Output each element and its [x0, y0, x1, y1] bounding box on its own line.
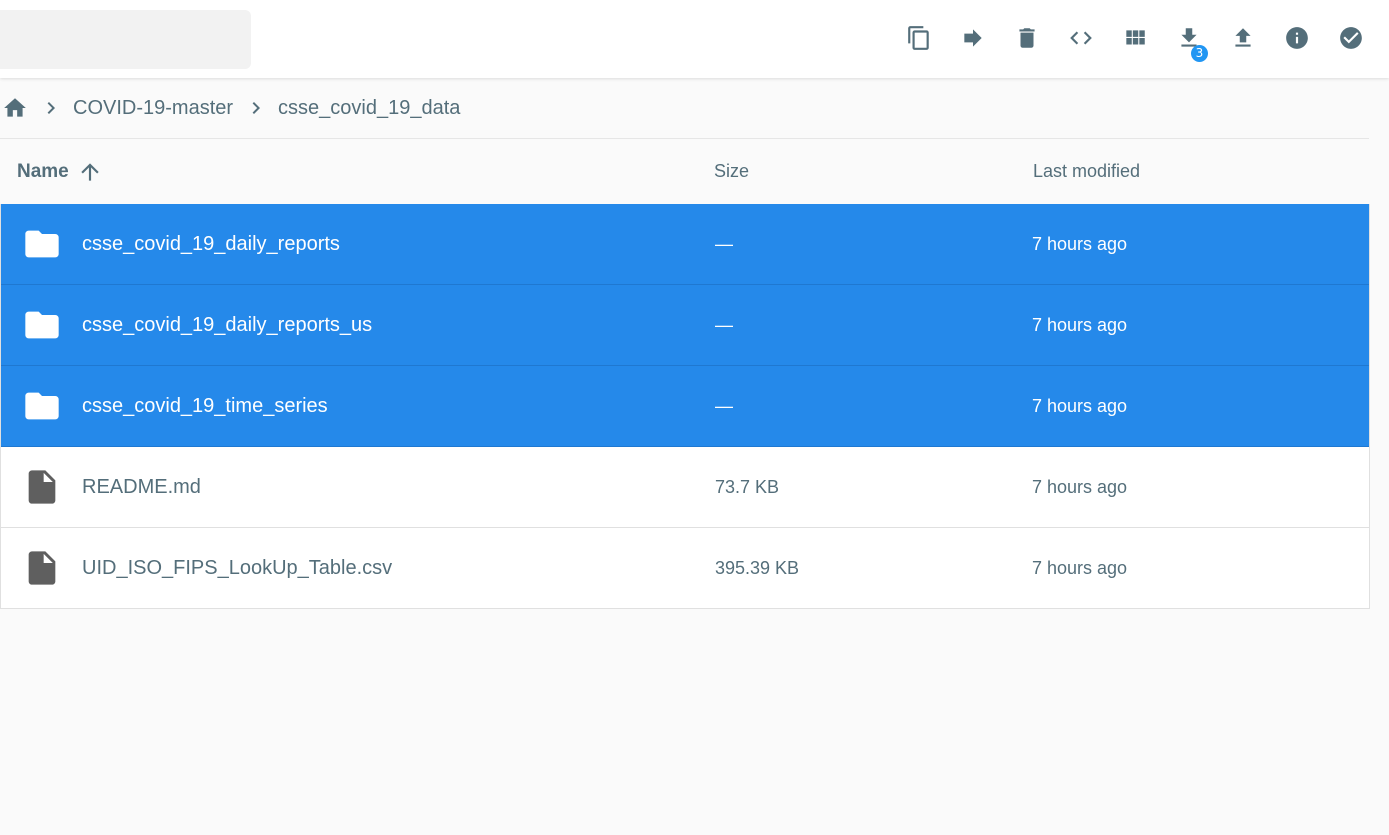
info-icon — [1286, 27, 1308, 49]
item-name: csse_covid_19_daily_reports_us — [82, 313, 373, 336]
list-item[interactable]: UID_ISO_FIPS_LookUp_Table.csv 395.39 KB … — [1, 528, 1369, 608]
move-button[interactable] — [953, 18, 993, 58]
arrow-up-icon — [81, 162, 99, 181]
column-header-name-label: Name — [17, 160, 69, 182]
list-item[interactable]: csse_covid_19_time_series — 7 hours ago — [1, 366, 1369, 447]
item-size: — — [715, 233, 733, 254]
copy-button[interactable] — [899, 18, 939, 58]
top-bar: 3 — [0, 0, 1389, 78]
download-button[interactable]: 3 — [1169, 18, 1209, 62]
folder-icon — [22, 305, 62, 345]
item-modified: 7 hours ago — [1032, 314, 1128, 335]
folder-icon — [22, 224, 62, 264]
select-all-icon — [1340, 27, 1362, 49]
list-header: Name Size Last modified — [0, 139, 1369, 204]
item-name: csse_covid_19_time_series — [82, 394, 328, 417]
item-modified: 7 hours ago — [1032, 395, 1128, 416]
select-all-button[interactable] — [1331, 18, 1371, 58]
column-header-modified[interactable]: Last modified — [1033, 139, 1140, 204]
upload-icon — [1235, 28, 1251, 47]
item-name: UID_ISO_FIPS_LookUp_Table.csv — [82, 556, 393, 579]
file-icon — [22, 548, 62, 588]
breadcrumb-item[interactable]: csse_covid_19_data — [278, 97, 460, 120]
embed-icon — [1070, 31, 1092, 45]
file-list: csse_covid_19_daily_reports — 7 hours ag… — [0, 204, 1370, 609]
file-icon — [22, 467, 62, 507]
grid-view-icon — [1126, 30, 1145, 45]
delete-icon — [1019, 28, 1035, 48]
item-modified: 7 hours ago — [1032, 476, 1128, 497]
download-count-badge: 3 — [1191, 45, 1208, 62]
folder-icon — [22, 386, 62, 426]
item-size: — — [715, 314, 733, 335]
item-modified: 7 hours ago — [1032, 557, 1128, 578]
item-size: 73.7 KB — [715, 476, 780, 497]
chevron-right-icon — [244, 96, 268, 120]
item-modified: 7 hours ago — [1032, 233, 1128, 254]
delete-button[interactable] — [1007, 18, 1047, 58]
column-header-name[interactable]: Name — [17, 139, 103, 204]
home-icon — [4, 98, 26, 117]
embed-button[interactable] — [1061, 18, 1101, 58]
list-item[interactable]: README.md 73.7 KB 7 hours ago — [1, 447, 1369, 528]
item-size: 395.39 KB — [715, 557, 800, 578]
list-item[interactable]: csse_covid_19_daily_reports — 7 hours ag… — [1, 204, 1369, 285]
item-size: — — [715, 395, 733, 416]
copy-icon — [908, 26, 929, 50]
breadcrumb: COVID-19-master csse_covid_19_data — [0, 88, 460, 128]
item-name: README.md — [82, 475, 201, 498]
upload-button[interactable] — [1223, 18, 1263, 58]
chevron-right-icon — [39, 96, 63, 120]
move-icon — [964, 29, 982, 47]
search-input[interactable] — [0, 10, 251, 69]
grid-view-button[interactable] — [1115, 18, 1155, 58]
info-button[interactable] — [1277, 18, 1317, 58]
list-item[interactable]: csse_covid_19_daily_reports_us — 7 hours… — [1, 285, 1369, 366]
breadcrumb-home[interactable] — [2, 95, 28, 121]
column-header-size[interactable]: Size — [714, 139, 749, 204]
breadcrumb-item[interactable]: COVID-19-master — [73, 97, 233, 120]
item-name: csse_covid_19_daily_reports — [82, 232, 340, 255]
